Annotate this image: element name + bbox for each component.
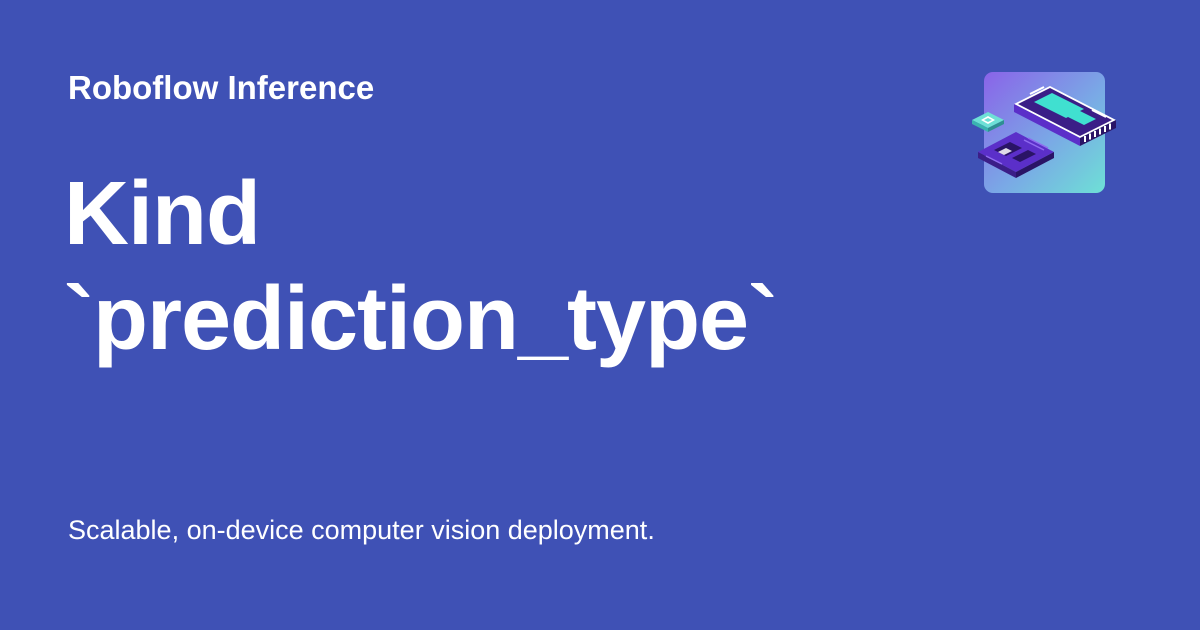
page-title-line-1: Kind — [64, 164, 261, 264]
page-title: Kind `prediction_type` — [64, 162, 924, 372]
page-description: Scalable, on-device computer vision depl… — [68, 515, 655, 545]
hardware-chip-logo-icon — [972, 72, 1116, 193]
page-title-line-2: `prediction_type` — [64, 269, 778, 369]
social-card: Roboflow Inference Kind `prediction_type… — [0, 0, 1200, 630]
site-name: Roboflow Inference — [68, 69, 375, 106]
